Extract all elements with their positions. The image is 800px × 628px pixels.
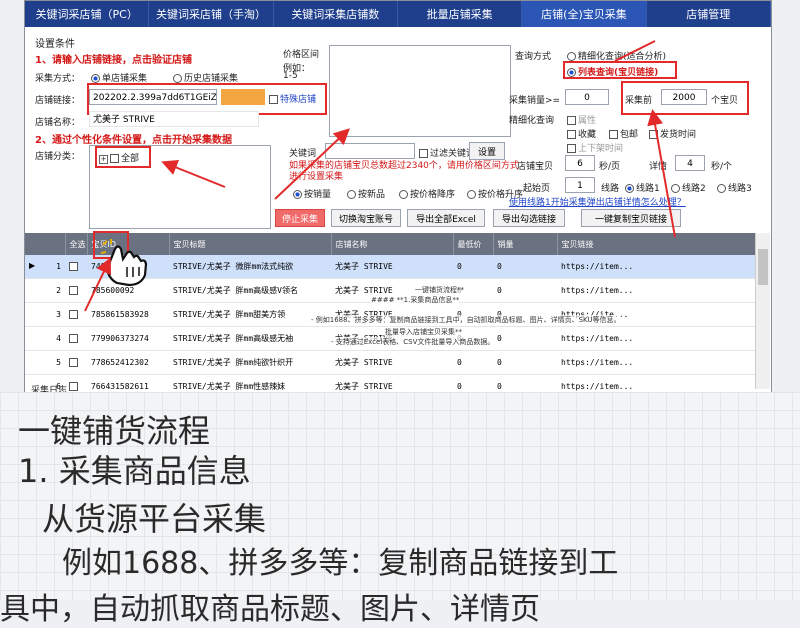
annotation-arrows	[84, 40, 676, 312]
collector-window: 关键词采店铺（PC） 关键词采店铺（手淘） 关键词采集店铺数 批量店铺采集 店铺…	[24, 0, 772, 394]
note-example: 例如1688、拼多多等：复制商品链接到工	[62, 546, 619, 581]
note-step: 1. 采集商品信息	[18, 452, 251, 490]
note-example-cont: 具中，自动抓取商品标题、图片、详情页	[0, 592, 540, 627]
note-source: 从货源平台采集	[42, 500, 267, 538]
